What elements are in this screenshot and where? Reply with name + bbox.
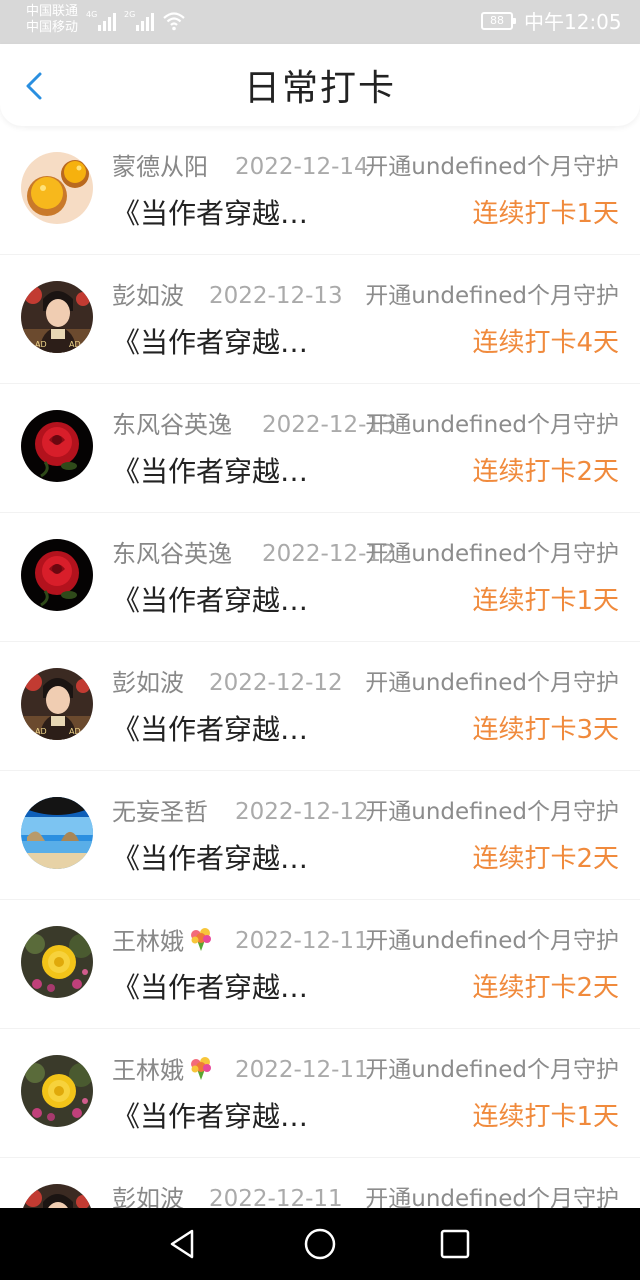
user-name: 东风谷英逸 bbox=[112, 410, 232, 440]
svg-text:AD: AD bbox=[69, 340, 81, 349]
wifi-icon bbox=[163, 12, 185, 31]
guard-text: 开通undefined个月守护 bbox=[365, 412, 619, 438]
user-name-text: 彭如波 bbox=[112, 282, 184, 310]
user-name-text: 彭如波 bbox=[112, 669, 184, 697]
status-time: 中午12:05 bbox=[524, 10, 622, 34]
list-item[interactable]: 东风谷英逸2022-12-13开通undefined个月守护《当作者穿越到自己的… bbox=[0, 384, 640, 513]
user-name-text: 王林娥 bbox=[112, 927, 184, 956]
carrier-info: 中国联通 中国移动 bbox=[26, 4, 78, 36]
avatar[interactable] bbox=[21, 1055, 93, 1127]
avatar[interactable] bbox=[21, 152, 93, 224]
avatar[interactable] bbox=[21, 539, 93, 611]
post-date: 2022-12-11 bbox=[235, 1057, 369, 1083]
user-name: 无妄圣哲 bbox=[112, 797, 208, 827]
user-name-text: 蒙德从阳 bbox=[112, 153, 208, 181]
user-name-text: 东风谷英逸 bbox=[112, 540, 232, 568]
list-item[interactable]: 王林娥 2022-12-11开通undefined个月守护《当作者穿越到自己的书里… bbox=[0, 1029, 640, 1158]
page-title: 日常打卡 bbox=[243, 68, 396, 109]
guard-text: 开通undefined个月守护 bbox=[365, 154, 619, 180]
bouquet-icon bbox=[188, 926, 214, 959]
streak-count: 连续打卡1天 bbox=[472, 199, 619, 229]
user-name: 彭如波 bbox=[112, 1184, 184, 1208]
user-name-text: 无妄圣哲 bbox=[112, 798, 208, 826]
book-title[interactable]: 《当作者穿越到自己的书里》 bbox=[112, 970, 332, 1006]
user-name: 彭如波 bbox=[112, 668, 184, 698]
list-item[interactable]: 蒙德从阳 2022-12-14开通undefined个月守护《当作者穿越到自己的书… bbox=[0, 126, 640, 255]
guard-text: 开通undefined个月守护 bbox=[365, 928, 619, 954]
book-title[interactable]: 《当作者穿越到自己的书里》 bbox=[112, 841, 332, 877]
status-bar: 中国联通 中国移动 4G 2G 88 中午12:05 bbox=[0, 0, 640, 44]
list-item[interactable]: AD AD 彭如波 2022-12-13 开通undefined个月守护《当作者穿越到自… bbox=[0, 255, 640, 384]
list-item[interactable]: 东风谷英逸2022-12-12开通undefined个月守护《当作者穿越到自己的… bbox=[0, 513, 640, 642]
back-triangle-icon[interactable] bbox=[165, 1226, 201, 1262]
svg-text:AD: AD bbox=[69, 727, 81, 736]
post-date: 2022-12-14 bbox=[235, 154, 369, 180]
post-date: 2022-12-11 bbox=[235, 928, 369, 954]
user-name: 蒙德从阳 bbox=[112, 152, 208, 182]
signal-icon bbox=[98, 13, 116, 31]
recents-square-icon[interactable] bbox=[437, 1226, 473, 1262]
book-title[interactable]: 《当作者穿越到自己的书里》 bbox=[112, 583, 332, 619]
book-title[interactable]: 《当作者穿越到自己的书里》 bbox=[112, 196, 332, 232]
list-item[interactable]: AD AD 彭如波 2022-12-12 开通undefined个月守护《当作者穿越到自… bbox=[0, 642, 640, 771]
carrier-1: 中国联通 bbox=[26, 4, 79, 19]
post-date: 2022-12-13 bbox=[209, 283, 343, 309]
streak-count: 连续打卡2天 bbox=[472, 973, 619, 1003]
book-title[interactable]: 《当作者穿越到自己的书里》 bbox=[112, 454, 332, 490]
streak-count: 连续打卡2天 bbox=[472, 844, 619, 874]
svg-text:AD: AD bbox=[35, 340, 47, 349]
list-item[interactable]: ADAD彭如波2022-12-11开通undefined个月守护《当作者穿越到自… bbox=[0, 1158, 640, 1208]
home-circle-icon[interactable] bbox=[302, 1226, 338, 1262]
guard-text: 开通undefined个月守护 bbox=[365, 1057, 619, 1083]
book-title[interactable]: 《当作者穿越到自己的书里》 bbox=[112, 1099, 332, 1135]
book-title[interactable]: 《当作者穿越到自己的书里》 bbox=[112, 325, 332, 361]
post-date: 2022-12-11 bbox=[209, 1186, 343, 1208]
user-name-text: 王林娥 bbox=[112, 1056, 184, 1085]
list-item[interactable]: 王林娥 2022-12-11开通undefined个月守护《当作者穿越到自己的书里… bbox=[0, 900, 640, 1029]
streak-count: 连续打卡1天 bbox=[472, 586, 619, 616]
guard-text: 开通undefined个月守护 bbox=[365, 1186, 619, 1208]
user-name: 王林娥 bbox=[112, 926, 214, 959]
guard-text: 开通undefined个月守护 bbox=[365, 283, 619, 309]
book-title[interactable]: 《当作者穿越到自己的书里》 bbox=[112, 712, 332, 748]
bouquet-icon bbox=[188, 1055, 214, 1088]
guard-text: 开通undefined个月守护 bbox=[365, 799, 619, 825]
header: 日常打卡 bbox=[0, 44, 640, 126]
avatar[interactable] bbox=[21, 797, 93, 869]
user-name-text: 彭如波 bbox=[112, 1185, 184, 1208]
streak-count: 连续打卡4天 bbox=[472, 328, 619, 358]
streak-count: 连续打卡2天 bbox=[472, 457, 619, 487]
carrier-2: 中国移动 bbox=[26, 20, 79, 35]
user-name: 彭如波 bbox=[112, 281, 184, 311]
avatar[interactable] bbox=[21, 410, 93, 482]
streak-count: 连续打卡3天 bbox=[472, 715, 619, 745]
system-nav-bar bbox=[0, 1208, 640, 1280]
list-item[interactable]: 无妄圣哲 2022-12-12开通undefined个月守护《当作者穿越到自己的书… bbox=[0, 771, 640, 900]
streak-count: 连续打卡1天 bbox=[472, 1102, 619, 1132]
avatar[interactable]: AD AD bbox=[21, 281, 93, 353]
signal-icon-2 bbox=[136, 13, 154, 31]
user-name-text: 东风谷英逸 bbox=[112, 411, 232, 439]
guard-text: 开通undefined个月守护 bbox=[365, 541, 619, 567]
user-name: 东风谷英逸 bbox=[112, 539, 232, 569]
avatar[interactable]: AD AD bbox=[21, 668, 93, 740]
checkin-list[interactable]: 蒙德从阳2022-12-14开通undefined个月守护《当作者穿越到自己的书… bbox=[0, 126, 640, 1208]
post-date: 2022-12-12 bbox=[209, 670, 343, 696]
battery-icon: 88 bbox=[481, 12, 516, 30]
avatar[interactable] bbox=[21, 926, 93, 998]
svg-text:AD: AD bbox=[35, 727, 47, 736]
user-name: 王林娥 bbox=[112, 1055, 214, 1088]
guard-text: 开通undefined个月守护 bbox=[365, 670, 619, 696]
post-date: 2022-12-12 bbox=[235, 799, 369, 825]
avatar[interactable]: ADAD bbox=[21, 1184, 93, 1208]
